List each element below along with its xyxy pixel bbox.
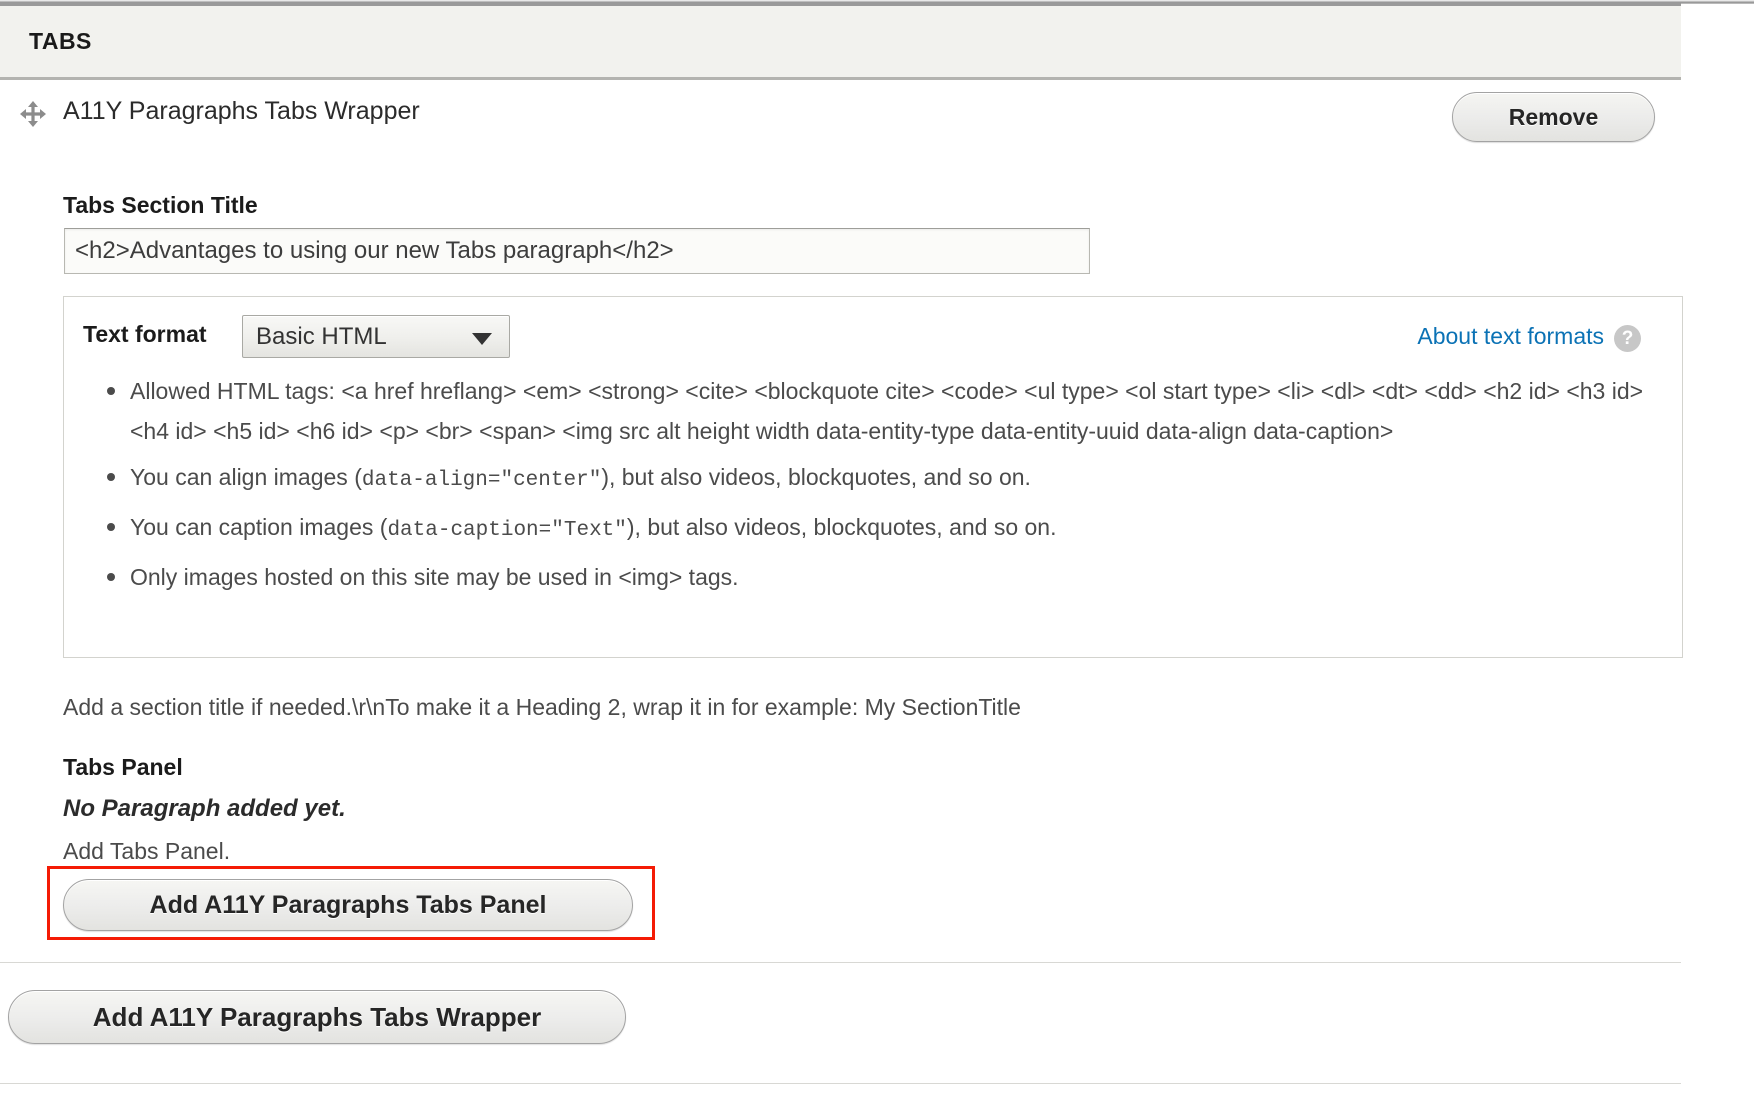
tabs-panel-empty-message: No Paragraph added yet. xyxy=(63,795,346,822)
about-text-formats-link[interactable]: About text formats xyxy=(1417,323,1604,350)
tabs-panel-add-hint: Add Tabs Panel. xyxy=(63,838,231,864)
field-description: Add a section title if needed.\r\nTo mak… xyxy=(63,694,1021,720)
tip-text-fragment: ), but also videos, blockquotes, and so … xyxy=(601,464,1031,490)
tabs-panel-label: Tabs Panel xyxy=(63,754,183,780)
text-format-row: Text format Basic HTML About text format… xyxy=(64,297,1682,371)
text-format-tip: You can align images (data-align="center… xyxy=(107,457,1656,501)
text-format-tips-list: Allowed HTML tags: <a href hreflang> <em… xyxy=(64,371,1682,603)
tip-text-fragment: Allowed HTML tags: <a href hreflang> <em… xyxy=(130,378,1644,444)
tabs-section-title-input[interactable] xyxy=(64,228,1090,274)
text-format-fieldset: Text format Basic HTML About text format… xyxy=(63,296,1683,658)
tip-text-fragment: You can align images ( xyxy=(130,464,362,490)
chevron-down-icon xyxy=(472,333,492,345)
text-format-select[interactable]: Basic HTML xyxy=(242,315,510,358)
text-format-label: Text format xyxy=(83,321,207,347)
add-tabs-wrapper-button[interactable]: Add A11Y Paragraphs Tabs Wrapper xyxy=(8,990,626,1044)
text-format-tip: You can caption images (data-caption="Te… xyxy=(107,507,1656,551)
move-arrows-icon[interactable] xyxy=(20,101,46,127)
paragraph-type-label: A11Y Paragraphs Tabs Wrapper xyxy=(63,97,420,125)
paragraphs-tabs-editor: TABS A11Y Paragraphs Tabs Wrapper Remove… xyxy=(0,0,1754,1110)
remove-button[interactable]: Remove xyxy=(1452,92,1655,142)
tip-text-fragment: You can caption images ( xyxy=(130,514,388,540)
text-format-tip: Only images hosted on this site may be u… xyxy=(107,557,1656,597)
text-format-tip: Allowed HTML tags: <a href hreflang> <em… xyxy=(107,371,1656,451)
tip-text-fragment: Only images hosted on this site may be u… xyxy=(130,564,739,590)
tabs-section-title-label: Tabs Section Title xyxy=(63,192,258,218)
text-format-selected-value: Basic HTML xyxy=(256,323,387,350)
section-divider-top xyxy=(0,962,1681,963)
section-divider-bottom xyxy=(0,1083,1681,1084)
section-header-title: TABS xyxy=(29,28,92,54)
add-tabs-panel-button[interactable]: Add A11Y Paragraphs Tabs Panel xyxy=(63,879,633,931)
question-mark-icon[interactable]: ? xyxy=(1614,325,1641,352)
tabs-section-header: TABS xyxy=(0,6,1681,80)
paragraph-item-row: A11Y Paragraphs Tabs Wrapper Remove xyxy=(0,92,1681,160)
tip-code-fragment: data-caption="Text" xyxy=(387,519,627,542)
tip-code-fragment: data-align="center" xyxy=(361,469,602,492)
tip-text-fragment: ), but also videos, blockquotes, and so … xyxy=(626,514,1057,540)
